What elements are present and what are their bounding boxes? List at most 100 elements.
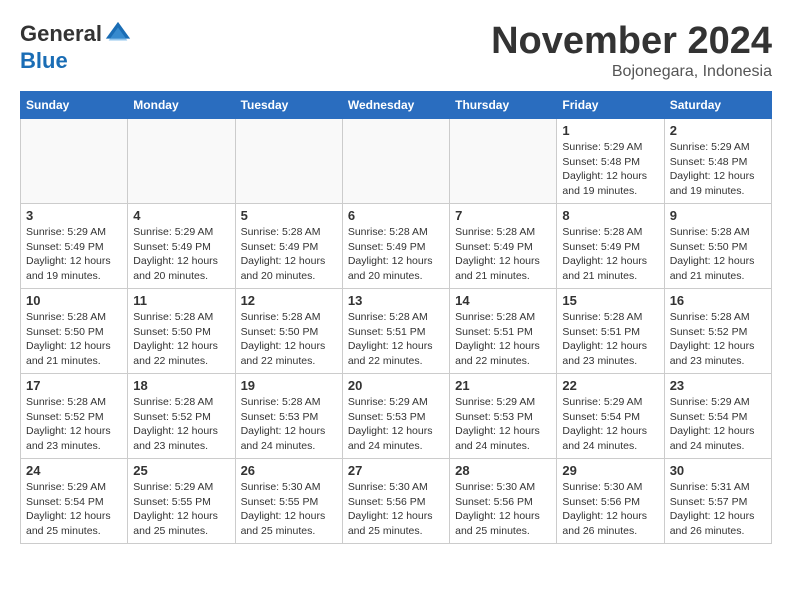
page-container: General Blue November 2024 Bojonegara, I… — [0, 0, 792, 554]
calendar-body: 1 Sunrise: 5:29 AM Sunset: 5:48 PM Daylig… — [21, 119, 772, 544]
day-info: Sunrise: 5:28 AM Sunset: 5:50 PM Dayligh… — [241, 310, 337, 369]
day-info: Sunrise: 5:29 AM Sunset: 5:55 PM Dayligh… — [133, 480, 229, 539]
logo-general-text: General — [20, 21, 102, 47]
day-number: 26 — [241, 463, 337, 478]
day-number: 11 — [133, 293, 229, 308]
day-info: Sunrise: 5:28 AM Sunset: 5:51 PM Dayligh… — [348, 310, 444, 369]
calendar-cell: 27Sunrise: 5:30 AM Sunset: 5:56 PM Dayli… — [342, 459, 449, 544]
day-info: Sunrise: 5:30 AM Sunset: 5:56 PM Dayligh… — [562, 480, 658, 539]
calendar-cell: 18 Sunrise: 5:28 AM Sunset: 5:52 PM Dayli… — [128, 374, 235, 459]
logo: General Blue — [20, 20, 132, 74]
page-header: General Blue November 2024 Bojonegara, I… — [20, 20, 772, 81]
calendar-cell: 10Sunrise: 5:28 AM Sunset: 5:50 PM Dayli… — [21, 289, 128, 374]
day-info: Sunrise: 5:28 AM Sunset: 5:50 PM Dayligh… — [133, 310, 229, 369]
day-number: 1 — [562, 123, 658, 138]
day-info: Sunrise: 5:29 AM Sunset: 5:48 PM Dayligh… — [562, 140, 658, 199]
day-info: Sunrise: 5:28 AM Sunset: 5:52 PM Dayligh… — [670, 310, 766, 369]
calendar-cell — [235, 119, 342, 204]
calendar-cell — [128, 119, 235, 204]
day-number: 6 — [348, 208, 444, 223]
day-number: 16 — [670, 293, 766, 308]
logo-blue-text: Blue — [20, 48, 68, 74]
header-tuesday: Tuesday — [235, 92, 342, 119]
location: Bojonegara, Indonesia — [491, 63, 772, 81]
calendar-cell: 11 Sunrise: 5:28 AM Sunset: 5:50 PM Dayli… — [128, 289, 235, 374]
calendar-cell — [450, 119, 557, 204]
day-number: 15 — [562, 293, 658, 308]
day-info: Sunrise: 5:29 AM Sunset: 5:48 PM Dayligh… — [670, 140, 766, 199]
header-sunday: Sunday — [21, 92, 128, 119]
day-info: Sunrise: 5:29 AM Sunset: 5:54 PM Dayligh… — [562, 395, 658, 454]
calendar-cell: 2 Sunrise: 5:29 AM Sunset: 5:48 PM Daylig… — [664, 119, 771, 204]
calendar-cell: 23 Sunrise: 5:29 AM Sunset: 5:54 PM Dayli… — [664, 374, 771, 459]
calendar-cell: 7 Sunrise: 5:28 AM Sunset: 5:49 PM Daylig… — [450, 204, 557, 289]
day-number: 14 — [455, 293, 551, 308]
header-monday: Monday — [128, 92, 235, 119]
day-info: Sunrise: 5:31 AM Sunset: 5:57 PM Dayligh… — [670, 480, 766, 539]
calendar-cell — [342, 119, 449, 204]
calendar-week-3: 10Sunrise: 5:28 AM Sunset: 5:50 PM Dayli… — [21, 289, 772, 374]
calendar-cell: 22 Sunrise: 5:29 AM Sunset: 5:54 PM Dayli… — [557, 374, 664, 459]
day-info: Sunrise: 5:28 AM Sunset: 5:49 PM Dayligh… — [455, 225, 551, 284]
calendar-week-5: 24 Sunrise: 5:29 AM Sunset: 5:54 PM Dayli… — [21, 459, 772, 544]
calendar-cell: 20Sunrise: 5:29 AM Sunset: 5:53 PM Dayli… — [342, 374, 449, 459]
day-info: Sunrise: 5:28 AM Sunset: 5:52 PM Dayligh… — [26, 395, 122, 454]
day-number: 29 — [562, 463, 658, 478]
header-friday: Friday — [557, 92, 664, 119]
calendar-cell: 6 Sunrise: 5:28 AM Sunset: 5:49 PM Daylig… — [342, 204, 449, 289]
day-info: Sunrise: 5:29 AM Sunset: 5:54 PM Dayligh… — [670, 395, 766, 454]
calendar-week-4: 17 Sunrise: 5:28 AM Sunset: 5:52 PM Dayli… — [21, 374, 772, 459]
day-number: 7 — [455, 208, 551, 223]
day-info: Sunrise: 5:30 AM Sunset: 5:55 PM Dayligh… — [241, 480, 337, 539]
day-info: Sunrise: 5:29 AM Sunset: 5:53 PM Dayligh… — [348, 395, 444, 454]
day-info: Sunrise: 5:28 AM Sunset: 5:50 PM Dayligh… — [26, 310, 122, 369]
calendar-cell: 14 Sunrise: 5:28 AM Sunset: 5:51 PM Dayli… — [450, 289, 557, 374]
day-number: 22 — [562, 378, 658, 393]
day-info: Sunrise: 5:28 AM Sunset: 5:53 PM Dayligh… — [241, 395, 337, 454]
day-info: Sunrise: 5:28 AM Sunset: 5:49 PM Dayligh… — [348, 225, 444, 284]
calendar-cell: 26 Sunrise: 5:30 AM Sunset: 5:55 PM Dayli… — [235, 459, 342, 544]
day-number: 5 — [241, 208, 337, 223]
day-number: 17 — [26, 378, 122, 393]
calendar-cell: 13 Sunrise: 5:28 AM Sunset: 5:51 PM Dayli… — [342, 289, 449, 374]
header-thursday: Thursday — [450, 92, 557, 119]
calendar-cell: 17 Sunrise: 5:28 AM Sunset: 5:52 PM Dayli… — [21, 374, 128, 459]
day-number: 27 — [348, 463, 444, 478]
day-info: Sunrise: 5:29 AM Sunset: 5:53 PM Dayligh… — [455, 395, 551, 454]
calendar-cell: 8 Sunrise: 5:28 AM Sunset: 5:49 PM Daylig… — [557, 204, 664, 289]
logo-icon — [104, 20, 132, 48]
month-title: November 2024 — [491, 20, 772, 63]
calendar-cell: 12 Sunrise: 5:28 AM Sunset: 5:50 PM Dayli… — [235, 289, 342, 374]
calendar-cell: 19 Sunrise: 5:28 AM Sunset: 5:53 PM Dayli… — [235, 374, 342, 459]
calendar-cell: 15Sunrise: 5:28 AM Sunset: 5:51 PM Dayli… — [557, 289, 664, 374]
day-number: 24 — [26, 463, 122, 478]
day-number: 13 — [348, 293, 444, 308]
day-info: Sunrise: 5:28 AM Sunset: 5:49 PM Dayligh… — [241, 225, 337, 284]
day-number: 28 — [455, 463, 551, 478]
calendar-cell: 25Sunrise: 5:29 AM Sunset: 5:55 PM Dayli… — [128, 459, 235, 544]
day-info: Sunrise: 5:29 AM Sunset: 5:54 PM Dayligh… — [26, 480, 122, 539]
calendar-cell: 21Sunrise: 5:29 AM Sunset: 5:53 PM Dayli… — [450, 374, 557, 459]
day-number: 19 — [241, 378, 337, 393]
day-number: 12 — [241, 293, 337, 308]
day-info: Sunrise: 5:28 AM Sunset: 5:52 PM Dayligh… — [133, 395, 229, 454]
calendar-cell — [21, 119, 128, 204]
day-number: 18 — [133, 378, 229, 393]
day-info: Sunrise: 5:28 AM Sunset: 5:50 PM Dayligh… — [670, 225, 766, 284]
calendar-cell: 1 Sunrise: 5:29 AM Sunset: 5:48 PM Daylig… — [557, 119, 664, 204]
day-info: Sunrise: 5:28 AM Sunset: 5:49 PM Dayligh… — [562, 225, 658, 284]
day-number: 23 — [670, 378, 766, 393]
day-number: 3 — [26, 208, 122, 223]
calendar-cell: 28 Sunrise: 5:30 AM Sunset: 5:56 PM Dayli… — [450, 459, 557, 544]
weekday-header-row: Sunday Monday Tuesday Wednesday Thursday… — [21, 92, 772, 119]
calendar-week-1: 1 Sunrise: 5:29 AM Sunset: 5:48 PM Daylig… — [21, 119, 772, 204]
day-number: 30 — [670, 463, 766, 478]
day-number: 2 — [670, 123, 766, 138]
calendar-cell: 24 Sunrise: 5:29 AM Sunset: 5:54 PM Dayli… — [21, 459, 128, 544]
day-number: 8 — [562, 208, 658, 223]
calendar-cell: 5 Sunrise: 5:28 AM Sunset: 5:49 PM Daylig… — [235, 204, 342, 289]
calendar-cell: 9Sunrise: 5:28 AM Sunset: 5:50 PM Daylig… — [664, 204, 771, 289]
day-info: Sunrise: 5:30 AM Sunset: 5:56 PM Dayligh… — [455, 480, 551, 539]
day-info: Sunrise: 5:28 AM Sunset: 5:51 PM Dayligh… — [455, 310, 551, 369]
header-wednesday: Wednesday — [342, 92, 449, 119]
